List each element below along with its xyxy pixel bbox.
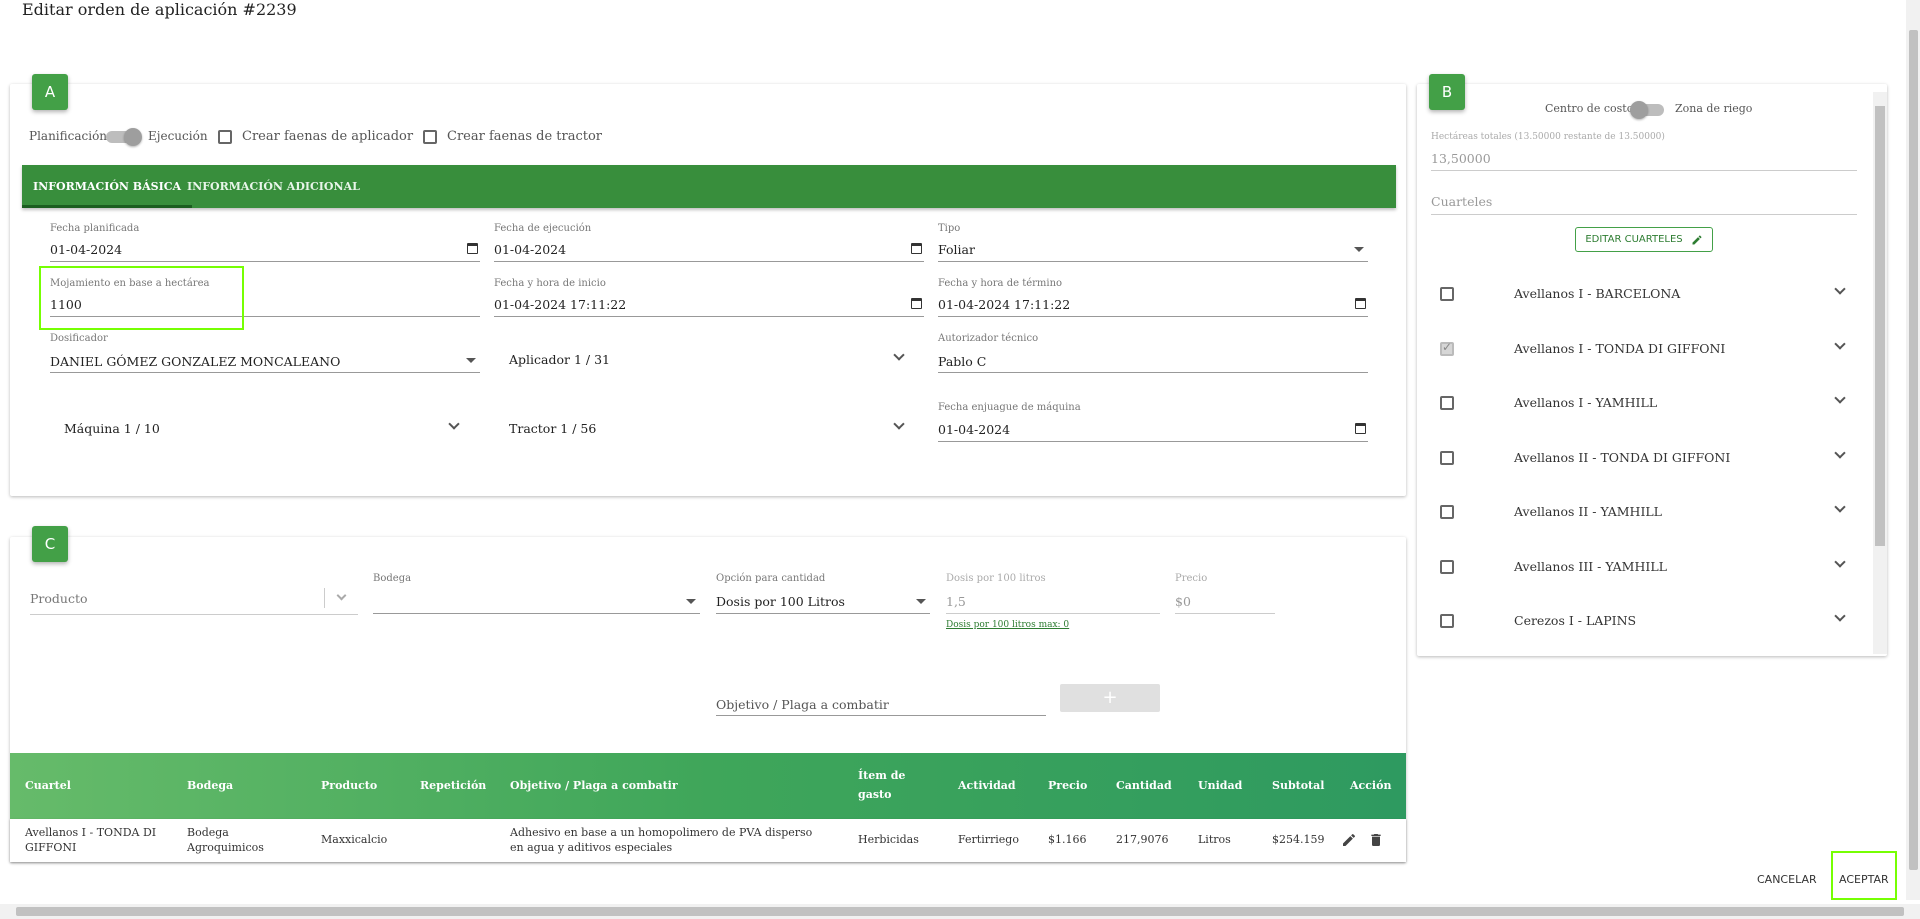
cuartel-item[interactable]: Avellanos I - YAMHILL	[1440, 378, 1846, 432]
editar-cuarteles-button[interactable]: EDITAR CUARTELES	[1575, 227, 1713, 252]
card-a-badge: A	[32, 74, 68, 110]
fecha-termino-field[interactable]: Fecha y hora de término 01-04-2024 17:11…	[938, 278, 1368, 318]
cuartel-item[interactable]: Cerezos I - LAPINS	[1440, 596, 1846, 650]
highlight-mojamiento	[39, 266, 244, 330]
bodega-select[interactable]: Bodega	[373, 573, 700, 615]
calendar-icon[interactable]	[911, 243, 922, 254]
ejecucion-label: Ejecución	[148, 129, 208, 143]
chevron-down-icon	[893, 349, 905, 361]
table-header: Cuartel Bodega Producto Repetición Objet…	[10, 753, 1406, 819]
dosis-field[interactable]: Dosis por 100 litros 1,5 Dosis por 100 l…	[946, 573, 1160, 633]
zona-riego-label: Zona de riego	[1675, 102, 1753, 115]
page-title: Editar orden de aplicación #2239	[22, 0, 297, 19]
page-vertical-scrollbar[interactable]	[1906, 0, 1920, 900]
fecha-inicio-field[interactable]: Fecha y hora de inicio 01-04-2024 17:11:…	[494, 278, 924, 318]
cancel-button[interactable]: CANCELAR	[1757, 873, 1817, 886]
cuartel-item[interactable]: Avellanos I - TONDA DI GIFFONI	[1440, 324, 1846, 378]
maquina-select[interactable]: Máquina 1 / 10	[64, 414, 464, 444]
table-row: Avellanos I - TONDA DI GIFFONI Bodega Ag…	[10, 819, 1406, 862]
dosificador-select[interactable]: Dosificador DANIEL GÓMEZ GONZALEZ MONCAL…	[50, 333, 480, 373]
crear-faenas-tractor-label: Crear faenas de tractor	[447, 129, 603, 144]
trash-icon[interactable]	[1368, 832, 1384, 848]
objetivo-input[interactable]: Objetivo / Plaga a combatir	[716, 695, 1046, 717]
fecha-ejecucion-field[interactable]: Fecha de ejecución 01-04-2024	[494, 223, 924, 263]
cuartel-item[interactable]: Avellanos II - TONDA DI GIFFONI	[1440, 433, 1846, 487]
cuartel-checkbox[interactable]	[1440, 396, 1454, 410]
pencil-icon	[1692, 234, 1702, 244]
page-horizontal-scrollbar[interactable]	[0, 904, 1920, 919]
cuartel-item[interactable]: Avellanos II - YAMHILL	[1440, 487, 1846, 541]
cuartel-checkbox[interactable]	[1440, 614, 1454, 628]
planificacion-ejecucion-toggle[interactable]	[106, 128, 142, 146]
autorizador-field[interactable]: Autorizador técnico Pablo C	[938, 333, 1368, 373]
chevron-down-icon	[893, 418, 905, 430]
chevron-down-icon[interactable]	[336, 590, 347, 601]
pencil-icon[interactable]	[1341, 832, 1357, 848]
cuartel-checkbox[interactable]	[1440, 505, 1454, 519]
accept-button[interactable]: ACEPTAR	[1839, 873, 1889, 886]
cuartel-item[interactable]: Avellanos I - BARCELONA	[1440, 269, 1846, 323]
card-b-badge: B	[1429, 74, 1465, 110]
crear-faenas-tractor-checkbox[interactable]	[423, 130, 437, 144]
card-c-badge: C	[32, 526, 68, 562]
cuartel-checkbox[interactable]	[1440, 560, 1454, 574]
centro-zona-toggle[interactable]	[1630, 101, 1666, 119]
fecha-enjuague-field[interactable]: Fecha enjuague de máquina 01-04-2024	[938, 402, 1368, 442]
cuarteles-input[interactable]: Cuarteles	[1431, 194, 1857, 216]
dropdown-arrow-icon	[686, 599, 696, 604]
dropdown-arrow-icon	[1354, 247, 1364, 252]
planificacion-label: Planificación	[29, 129, 108, 143]
tabs-bar: INFORMACIÓN BÁSICA INFORMACIÓN ADICIONAL	[22, 165, 1396, 208]
calendar-icon[interactable]	[1355, 298, 1366, 309]
precio-field[interactable]: Precio $0	[1175, 573, 1275, 615]
calendar-icon[interactable]	[1355, 423, 1366, 434]
calendar-icon[interactable]	[467, 243, 478, 254]
dosis-hint: Dosis por 100 litros max: 0	[946, 620, 1070, 630]
centro-costo-label: Centro de costo	[1545, 102, 1634, 115]
tab-informacion-basica[interactable]: INFORMACIÓN BÁSICA	[22, 165, 193, 208]
fecha-planificada-field[interactable]: Fecha planificada 01-04-2024	[50, 223, 480, 263]
aplicador-select[interactable]: Aplicador 1 / 31	[509, 345, 909, 375]
card-b-scrollbar[interactable]	[1873, 92, 1887, 654]
tipo-select[interactable]: Tipo Foliar	[938, 223, 1368, 263]
opcion-cantidad-select[interactable]: Opción para cantidad Dosis por 100 Litro…	[716, 573, 930, 615]
dropdown-arrow-icon	[466, 358, 476, 363]
cuartel-checkbox[interactable]	[1440, 340, 1454, 356]
crear-faenas-aplicador-label: Crear faenas de aplicador	[242, 129, 414, 144]
dropdown-arrow-icon	[916, 599, 926, 604]
tractor-select[interactable]: Tractor 1 / 56	[509, 414, 909, 444]
producto-select[interactable]: Producto	[30, 586, 358, 616]
crear-faenas-aplicador-checkbox[interactable]	[218, 130, 232, 144]
calendar-icon[interactable]	[911, 298, 922, 309]
tab-informacion-adicional[interactable]: INFORMACIÓN ADICIONAL	[176, 165, 371, 208]
cuartel-checkbox[interactable]	[1440, 287, 1454, 301]
add-product-button[interactable]: +	[1060, 684, 1160, 712]
cuartel-checkbox[interactable]	[1440, 451, 1454, 465]
chevron-down-icon	[448, 418, 460, 430]
cuartel-item[interactable]: Avellanos III - YAMHILL	[1440, 542, 1846, 596]
hectareas-field[interactable]: Hectáreas totales (13.50000 restante de …	[1431, 132, 1857, 172]
